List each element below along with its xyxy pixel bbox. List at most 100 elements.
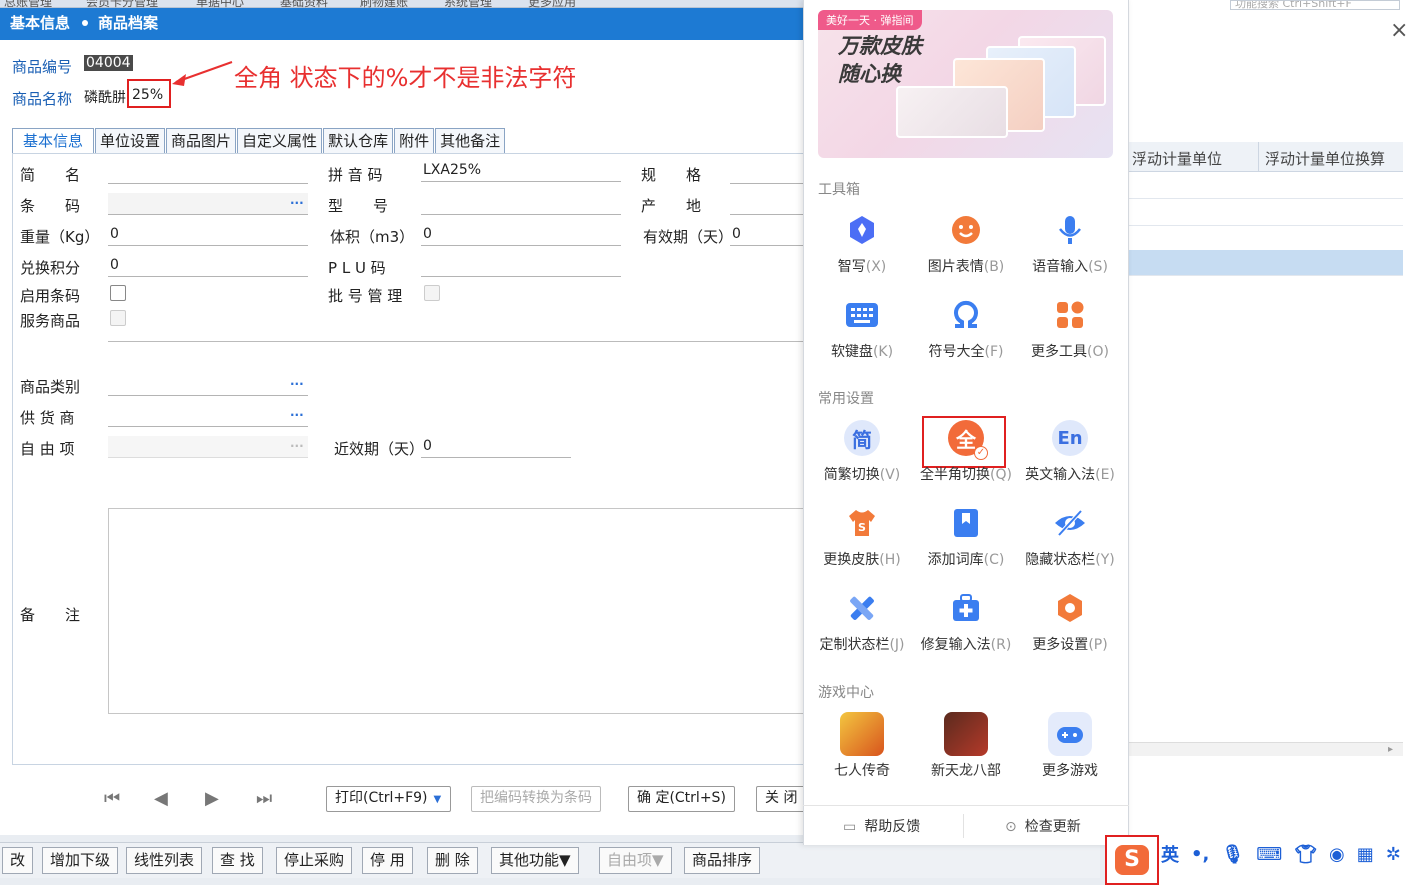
next-record-icon[interactable]: ▶: [205, 788, 219, 809]
more-tools-tool[interactable]: 更多工具(O): [1018, 297, 1122, 361]
barcode-input[interactable]: [108, 193, 308, 215]
smart-write-tool[interactable]: 智写(X): [810, 212, 914, 276]
tool-label: 软键盘: [830, 344, 873, 360]
settings-section-title: 常用设置: [818, 391, 874, 407]
keyboard-icon[interactable]: ⌨: [1256, 844, 1282, 865]
add-child-button[interactable]: 增加下级: [42, 847, 119, 874]
change-skin-tool[interactable]: S 更换皮肤(H): [810, 505, 914, 569]
horizontal-scrollbar[interactable]: [1128, 742, 1403, 756]
plu-input[interactable]: [421, 255, 621, 277]
grid-row[interactable]: [1128, 199, 1403, 226]
grid-row[interactable]: [1128, 226, 1403, 253]
symbols-tool[interactable]: 符号大全(F): [914, 297, 1018, 361]
product-name-highlight[interactable]: 25%: [127, 79, 171, 108]
skin-icon[interactable]: 👕︎: [1294, 844, 1317, 865]
spec-input[interactable]: [730, 162, 805, 184]
toolbox-icon[interactable]: ▦: [1357, 844, 1374, 865]
print-button[interactable]: 打印(Ctrl+F9) ▼: [326, 786, 451, 812]
volume-input[interactable]: 0: [421, 224, 621, 246]
service-checkbox[interactable]: [110, 310, 126, 326]
tab-unit-settings[interactable]: 单位设置: [95, 128, 166, 154]
full-half-width-tool[interactable]: 全 ✓ 全半角切换(Q): [914, 420, 1018, 484]
skin-banner[interactable]: 美好一天 · 弹指间 万款皮肤 随心换: [818, 10, 1113, 158]
repair-ime-tool[interactable]: 修复输入法(R): [914, 590, 1018, 654]
last-record-icon[interactable]: ⏭: [256, 788, 272, 809]
other-functions-button[interactable]: 其他功能▼: [491, 847, 579, 874]
origin-input[interactable]: [730, 193, 805, 215]
convert-barcode-button[interactable]: 把编码转换为条码: [471, 786, 601, 812]
language-toggle[interactable]: 英: [1161, 841, 1179, 867]
batch-checkbox[interactable]: [424, 285, 440, 301]
grid-row-selected[interactable]: [1128, 250, 1403, 276]
more-games[interactable]: 更多游戏: [1018, 712, 1122, 780]
free-item-browse-icon[interactable]: ···: [290, 439, 304, 453]
omega-icon: [948, 297, 984, 333]
delete-button[interactable]: 删 除: [427, 847, 478, 874]
short-name-input[interactable]: [108, 162, 308, 184]
function-search-input[interactable]: 功能搜索 Ctrl+Shift+F: [1230, 0, 1400, 10]
product-sort-button[interactable]: 商品排序: [684, 847, 761, 874]
settings-hexagon-icon: [1052, 590, 1088, 626]
expiry-input[interactable]: 0: [730, 224, 805, 246]
microphone-icon[interactable]: 🎙︎: [1221, 844, 1244, 865]
product-name-prefix[interactable]: 磷酰肼: [84, 87, 126, 107]
custom-statusbar-tool[interactable]: 定制状态栏(J): [810, 590, 914, 654]
linear-list-button[interactable]: 线性列表: [126, 847, 203, 874]
scroll-right-icon[interactable]: ▸: [1388, 744, 1393, 755]
tab-other-notes[interactable]: 其他备注: [435, 128, 506, 154]
voice-input-tool[interactable]: 语音输入(S): [1018, 212, 1122, 276]
check-update-button[interactable]: ⊙ 检查更新: [1005, 816, 1081, 836]
supplier-browse-icon[interactable]: ···: [290, 408, 304, 422]
punctuation-toggle[interactable]: •,: [1191, 844, 1209, 865]
close-icon[interactable]: ×: [1390, 18, 1408, 43]
settings-icon[interactable]: ✲: [1386, 844, 1401, 865]
close-button[interactable]: 关 闭: [756, 786, 805, 812]
tab-basic-info[interactable]: 基本信息: [12, 128, 95, 154]
weight-input[interactable]: 0: [108, 224, 308, 246]
barcode-browse-icon[interactable]: ···: [290, 196, 304, 210]
tab-product-images[interactable]: 商品图片: [166, 128, 237, 154]
free-item-input[interactable]: [108, 436, 308, 458]
image-emoji-tool[interactable]: 图片表情(B): [914, 212, 1018, 276]
tool-label: 符号大全: [928, 344, 985, 360]
enable-barcode-checkbox[interactable]: [110, 285, 126, 301]
free-item-button[interactable]: 自由项▼: [599, 847, 672, 874]
remark-textarea[interactable]: [108, 508, 805, 714]
add-dictionary-tool[interactable]: 添加词库(C): [914, 505, 1018, 569]
soft-keyboard-tool[interactable]: 软键盘(K): [810, 297, 914, 361]
model-input[interactable]: [421, 193, 621, 215]
category-browse-icon[interactable]: ···: [290, 377, 304, 391]
more-settings-tool[interactable]: 更多设置(P): [1018, 590, 1122, 654]
tab-default-warehouse[interactable]: 默认仓库: [323, 128, 394, 154]
product-code-value[interactable]: 04004: [84, 55, 133, 71]
grid-col-header[interactable]: 浮动计量单位换算: [1265, 148, 1403, 169]
ok-button[interactable]: 确 定(Ctrl+S): [628, 786, 735, 812]
find-button[interactable]: 查 找: [212, 847, 263, 874]
stop-purchase-button[interactable]: 停止采购: [276, 847, 353, 874]
plu-label: P L U 码: [328, 259, 386, 277]
tab-custom-attributes[interactable]: 自定义属性: [237, 128, 323, 154]
spec-label: 规 格: [641, 166, 702, 184]
bottom-toolbar: 改 增加下级 线性列表 查 找 停止采购 停 用 删 除 其他功能▼ 自由项▼ …: [0, 842, 1100, 878]
first-record-icon[interactable]: ⏮: [104, 788, 120, 809]
disable-button[interactable]: 停 用: [362, 847, 413, 874]
game-seven-legends[interactable]: 七人传奇: [810, 712, 914, 780]
prev-record-icon[interactable]: ◀: [154, 788, 168, 809]
grid-row[interactable]: [1128, 172, 1403, 199]
category-input[interactable]: [108, 374, 308, 396]
traditional-simplified-tool[interactable]: 简 简繁切换(V): [810, 420, 914, 484]
english-input-tool[interactable]: En 英文输入法(E): [1018, 420, 1122, 484]
help-feedback-button[interactable]: ▭ 帮助反馈: [843, 816, 920, 836]
gamepad-icon[interactable]: ◉: [1329, 844, 1345, 865]
pinyin-input[interactable]: LXA25%: [421, 160, 621, 182]
tool-label: 语音输入: [1032, 259, 1089, 275]
edit-button[interactable]: 改: [2, 847, 34, 874]
tab-attachments[interactable]: 附件: [394, 128, 435, 154]
game-tianlong[interactable]: 新天龙八部: [914, 712, 1018, 780]
grid-col-header[interactable]: 浮动计量单位: [1132, 148, 1222, 169]
ime-logo-button[interactable]: S: [1105, 835, 1159, 885]
hide-statusbar-tool[interactable]: 隐藏状态栏(Y): [1018, 505, 1122, 569]
near-expiry-input[interactable]: 0: [421, 436, 571, 458]
points-input[interactable]: 0: [108, 255, 308, 277]
supplier-input[interactable]: [108, 405, 308, 427]
